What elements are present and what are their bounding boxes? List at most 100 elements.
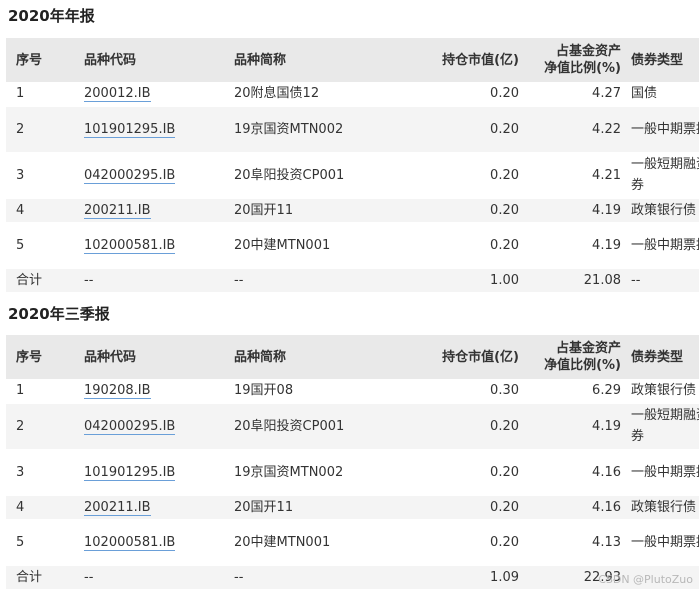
row-name: 19京国资MTN002 <box>234 449 394 496</box>
total-bond-type: -- <box>631 268 699 293</box>
bond-code-link[interactable]: 101901295.IB <box>84 121 176 138</box>
row-name: 19国开08 <box>234 379 394 404</box>
header-market-value: 持仓市值(亿) <box>394 335 529 379</box>
row-market-value: 0.20 <box>394 106 529 153</box>
row-bond-type: 政策银行债 <box>631 198 699 223</box>
row-code-cell: 200012.IB <box>84 82 234 107</box>
row-market-value: 0.20 <box>394 519 529 566</box>
row-name: 19京国资MTN002 <box>234 106 394 153</box>
row-bond-type: 政策银行债 <box>631 379 699 404</box>
section-title-annual: 2020年年报 <box>8 7 95 25</box>
row-code-cell: 200211.IB <box>84 495 234 520</box>
table-row: 1 200012.IB 20附息国债12 0.20 4.27 国债 <box>6 82 699 107</box>
table-row: 1 190208.IB 19国开08 0.30 6.29 政策银行债 <box>6 379 699 404</box>
header-name: 品种简称 <box>234 38 394 82</box>
row-no: 1 <box>6 82 84 107</box>
row-market-value: 0.20 <box>394 222 529 269</box>
row-code-cell: 190208.IB <box>84 379 234 404</box>
table-row: 2 101901295.IB 19京国资MTN002 0.20 4.22 一般中… <box>6 106 699 153</box>
bond-code-link[interactable]: 101901295.IB <box>84 464 176 481</box>
row-bond-type: 政策银行债 <box>631 495 699 520</box>
bond-code-link[interactable]: 102000581.IB <box>84 237 176 254</box>
row-no: 2 <box>6 106 84 153</box>
row-market-value: 0.20 <box>394 198 529 223</box>
row-code-cell: 102000581.IB <box>84 222 234 269</box>
row-no: 3 <box>6 152 84 199</box>
row-name: 20国开11 <box>234 198 394 223</box>
total-market-value: 1.00 <box>394 268 529 293</box>
header-code: 品种代码 <box>84 38 234 82</box>
bond-holdings-table-annual: 序号 品种代码 品种简称 持仓市值(亿) 占基金资产 净值比例(%) 债券类型 … <box>6 38 699 293</box>
bond-code-link[interactable]: 042000295.IB <box>84 167 176 184</box>
header-market-value: 持仓市值(亿) <box>394 38 529 82</box>
header-code: 品种代码 <box>84 335 234 379</box>
header-ratio: 占基金资产 净值比例(%) <box>529 335 631 379</box>
row-market-value: 0.20 <box>394 449 529 496</box>
row-ratio: 4.19 <box>529 198 631 223</box>
table-row: 5 102000581.IB 20中建MTN001 0.20 4.13 一般中期… <box>6 519 699 566</box>
row-code-cell: 102000581.IB <box>84 519 234 566</box>
bond-holdings-table-q3: 序号 品种代码 品种简称 持仓市值(亿) 占基金资产 净值比例(%) 债券类型 … <box>6 335 699 590</box>
row-ratio: 4.16 <box>529 449 631 496</box>
row-bond-type: 一般中期票据 <box>631 222 699 269</box>
row-ratio: 4.21 <box>529 152 631 199</box>
section-title-q3: 2020年三季报 <box>8 305 110 323</box>
row-ratio: 4.16 <box>529 495 631 520</box>
total-code: -- <box>84 268 234 293</box>
table-row: 4 200211.IB 20国开11 0.20 4.16 政策银行债 <box>6 495 699 520</box>
bond-code-link[interactable]: 200012.IB <box>84 86 151 103</box>
total-market-value: 1.09 <box>394 565 529 590</box>
bond-code-link[interactable]: 200211.IB <box>84 499 151 516</box>
bond-code-link[interactable]: 042000295.IB <box>84 418 176 435</box>
header-bond-type: 债券类型 <box>631 335 699 379</box>
row-name: 20阜阳投资CP001 <box>234 152 394 199</box>
row-bond-type: 一般中期票据 <box>631 106 699 153</box>
row-ratio: 4.22 <box>529 106 631 153</box>
row-ratio: 4.27 <box>529 82 631 107</box>
total-code: -- <box>84 565 234 590</box>
table-row: 2 042000295.IB 20阜阳投资CP001 0.20 4.19 一般短… <box>6 403 699 450</box>
row-code-cell: 042000295.IB <box>84 403 234 450</box>
total-name: -- <box>234 565 394 590</box>
table-header-row: 序号 品种代码 品种简称 持仓市值(亿) 占基金资产 净值比例(%) 债券类型 <box>6 38 699 82</box>
table-total-row: 合计 -- -- 1.09 22.93 <box>6 565 699 590</box>
table-row: 4 200211.IB 20国开11 0.20 4.19 政策银行债 <box>6 198 699 223</box>
total-name: -- <box>234 268 394 293</box>
row-no: 5 <box>6 222 84 269</box>
row-code-cell: 101901295.IB <box>84 449 234 496</box>
row-ratio: 4.19 <box>529 403 631 450</box>
row-bond-type: 一般中期票据 <box>631 449 699 496</box>
bond-code-link[interactable]: 200211.IB <box>84 202 151 219</box>
table-row: 3 101901295.IB 19京国资MTN002 0.20 4.16 一般中… <box>6 449 699 496</box>
row-name: 20中建MTN001 <box>234 519 394 566</box>
row-name: 20阜阳投资CP001 <box>234 403 394 450</box>
watermark: CSDN @PlutoZuo <box>598 573 693 586</box>
header-no: 序号 <box>6 335 84 379</box>
table-total-row: 合计 -- -- 1.00 21.08 -- <box>6 268 699 293</box>
bond-code-link[interactable]: 102000581.IB <box>84 534 176 551</box>
header-bond-type: 债券类型 <box>631 38 699 82</box>
row-bond-type: 国债 <box>631 82 699 107</box>
total-label: 合计 <box>6 565 84 590</box>
row-ratio: 6.29 <box>529 379 631 404</box>
bond-code-link[interactable]: 190208.IB <box>84 383 151 400</box>
row-no: 2 <box>6 403 84 450</box>
row-market-value: 0.30 <box>394 379 529 404</box>
header-ratio: 占基金资产 净值比例(%) <box>529 38 631 82</box>
row-code-cell: 200211.IB <box>84 198 234 223</box>
row-market-value: 0.20 <box>394 495 529 520</box>
total-label: 合计 <box>6 268 84 293</box>
total-ratio: 21.08 <box>529 268 631 293</box>
table-row: 5 102000581.IB 20中建MTN001 0.20 4.19 一般中期… <box>6 222 699 269</box>
row-bond-type: 一般短期融资券 <box>631 152 699 199</box>
table-header-row: 序号 品种代码 品种简称 持仓市值(亿) 占基金资产 净值比例(%) 债券类型 <box>6 335 699 379</box>
row-bond-type: 一般中期票据 <box>631 519 699 566</box>
row-no: 4 <box>6 495 84 520</box>
row-market-value: 0.20 <box>394 82 529 107</box>
row-code-cell: 042000295.IB <box>84 152 234 199</box>
row-code-cell: 101901295.IB <box>84 106 234 153</box>
row-no: 4 <box>6 198 84 223</box>
row-no: 1 <box>6 379 84 404</box>
row-name: 20中建MTN001 <box>234 222 394 269</box>
row-no: 5 <box>6 519 84 566</box>
